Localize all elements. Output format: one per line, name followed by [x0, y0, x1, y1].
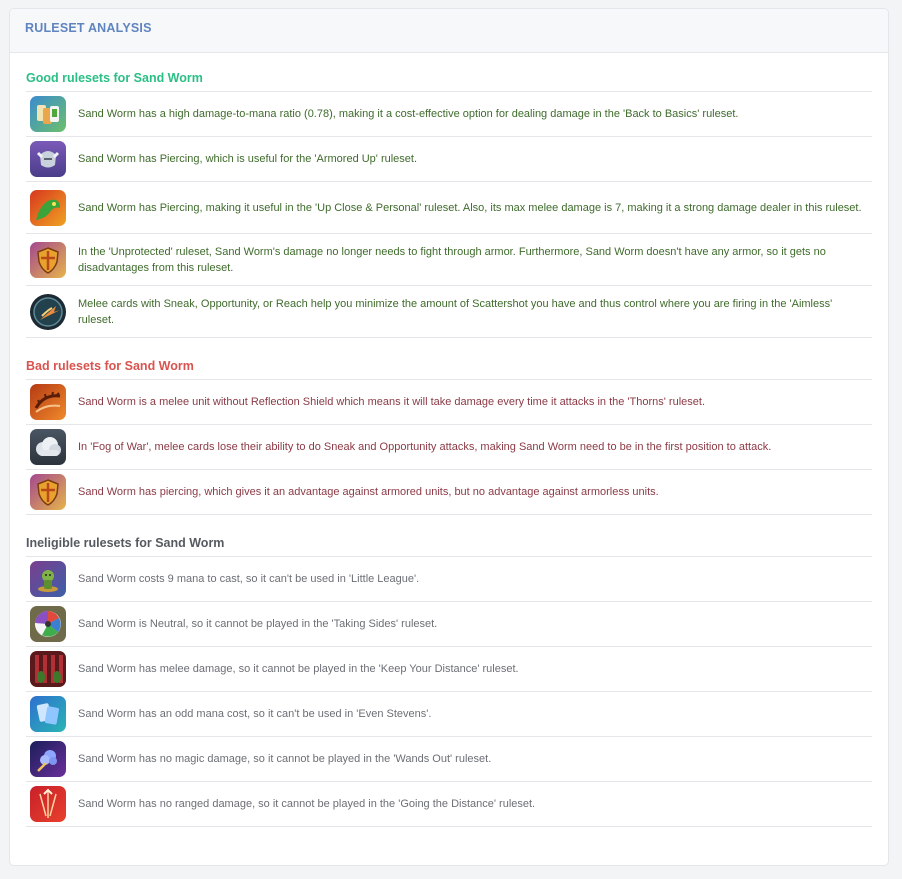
good-rulesets-list: Sand Worm has a high damage-to-mana rati… — [26, 91, 872, 338]
going-the-distance-icon — [30, 786, 66, 822]
list-item: Melee cards with Sneak, Opportunity, or … — [26, 286, 872, 338]
ruleset-text: In the 'Unprotected' ruleset, Sand Worm'… — [78, 245, 826, 274]
list-item: Sand Worm has piercing, which gives it a… — [26, 470, 872, 515]
ruleset-text: Melee cards with Sneak, Opportunity, or … — [78, 297, 833, 326]
armored-up-icon — [30, 141, 66, 177]
ruleset-text: Sand Worm has Piercing, making it useful… — [78, 201, 862, 214]
card-title: RULESET ANALYSIS — [25, 21, 152, 35]
list-item: Sand Worm has no magic damage, so it can… — [26, 737, 872, 782]
back-to-basics-icon — [30, 96, 66, 132]
ruleset-text: In 'Fog of War', melee cards lose their … — [78, 441, 772, 453]
ineligible-rulesets-section: Ineligible rulesets for Sand Worm Sand W… — [26, 530, 872, 827]
list-item: Sand Worm has an odd mana cost, so it ca… — [26, 692, 872, 737]
list-item: Sand Worm has no ranged damage, so it ca… — [26, 782, 872, 827]
card-body: Good rulesets for Sand Worm Sand Worm ha… — [10, 53, 888, 827]
ruleset-text: Sand Worm has piercing, which gives it a… — [78, 486, 659, 498]
bad-rulesets-section: Bad rulesets for Sand Worm Sand Worm is … — [26, 353, 872, 515]
aimless-icon — [30, 293, 66, 330]
card-header: RULESET ANALYSIS — [10, 9, 888, 53]
ruleset-text: Sand Worm has no ranged damage, so it ca… — [78, 798, 536, 810]
unprotected-icon — [30, 474, 66, 510]
ruleset-text: Sand Worm costs 9 mana to cast, so it ca… — [78, 573, 420, 585]
ineligible-section-title: Ineligible rulesets for Sand Worm — [26, 536, 225, 550]
ruleset-text: Sand Worm is Neutral, so it cannot be pl… — [78, 618, 438, 630]
fog-of-war-icon — [30, 429, 66, 465]
list-item: Sand Worm costs 9 mana to cast, so it ca… — [26, 557, 872, 602]
list-item: Sand Worm is a melee unit without Reflec… — [26, 380, 872, 425]
list-item: Sand Worm has melee damage, so it cannot… — [26, 647, 872, 692]
list-item: Sand Worm has a high damage-to-mana rati… — [26, 92, 872, 137]
ruleset-text: Sand Worm has no magic damage, so it can… — [78, 753, 492, 765]
list-item: Sand Worm has Piercing, which is useful … — [26, 137, 872, 182]
bad-section-title: Bad rulesets for Sand Worm — [26, 359, 194, 373]
thorns-icon — [30, 384, 66, 420]
ruleset-text: Sand Worm has Piercing, which is useful … — [78, 153, 418, 165]
list-item: Sand Worm has Piercing, making it useful… — [26, 182, 872, 234]
unprotected-icon — [30, 241, 66, 278]
up-close-personal-icon — [30, 189, 66, 226]
ruleset-text: Sand Worm has a high damage-to-mana rati… — [78, 108, 739, 120]
wands-out-icon — [30, 741, 66, 777]
good-rulesets-section: Good rulesets for Sand Worm Sand Worm ha… — [26, 65, 872, 338]
taking-sides-icon — [30, 606, 66, 642]
ruleset-text: Sand Worm has melee damage, so it cannot… — [78, 663, 519, 675]
bad-rulesets-list: Sand Worm is a melee unit without Reflec… — [26, 379, 872, 515]
ruleset-analysis-card: RULESET ANALYSIS Good rulesets for Sand … — [9, 8, 889, 866]
ruleset-text: Sand Worm has an odd mana cost, so it ca… — [78, 708, 432, 720]
list-item: In the 'Unprotected' ruleset, Sand Worm'… — [26, 234, 872, 286]
good-section-title: Good rulesets for Sand Worm — [26, 71, 203, 85]
little-league-icon — [30, 561, 66, 597]
list-item: Sand Worm is Neutral, so it cannot be pl… — [26, 602, 872, 647]
even-stevens-icon — [30, 696, 66, 732]
ineligible-rulesets-list: Sand Worm costs 9 mana to cast, so it ca… — [26, 556, 872, 827]
ruleset-text: Sand Worm is a melee unit without Reflec… — [78, 396, 705, 408]
keep-your-distance-icon — [30, 651, 66, 687]
list-item: In 'Fog of War', melee cards lose their … — [26, 425, 872, 470]
